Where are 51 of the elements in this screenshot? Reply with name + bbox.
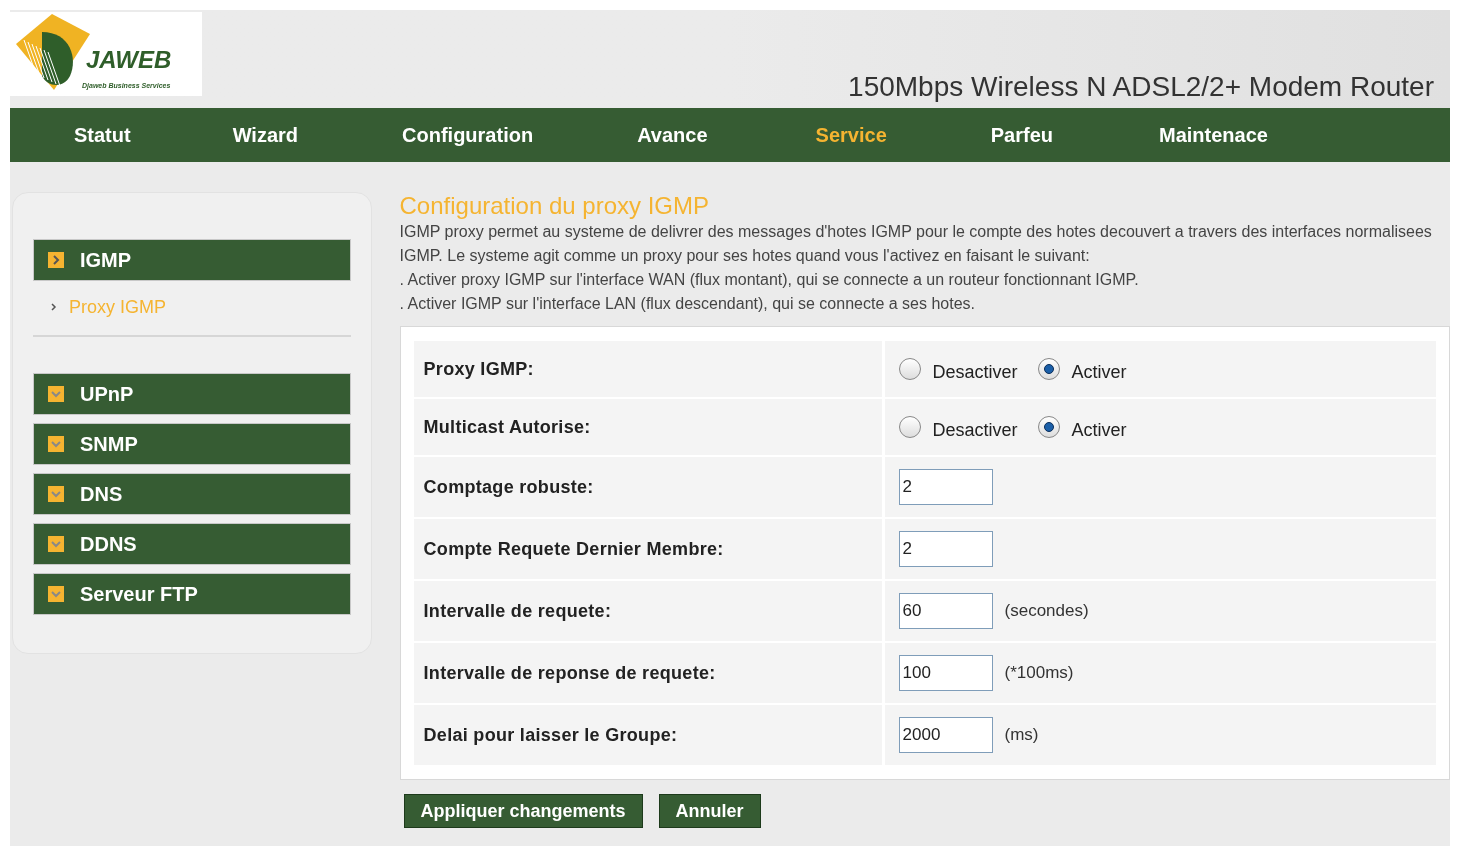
- sidebar-item[interactable]: IGMP: [33, 239, 351, 281]
- radio-button[interactable]: [1037, 358, 1060, 380]
- unit-label: (ms): [1004, 724, 1039, 747]
- sidebar-item[interactable]: DNS: [33, 473, 351, 515]
- description-text: IGMP proxy permet au systeme de delivrer des messages d'hotes IGMP pour le compte des hotes decouvert a travers des interfaces normalisees IGMP. Le systeme agit comme un proxy pour ses hotes quand vous l'activez en faisant le suivant:: [399, 222, 1433, 266]
- apply-button[interactable]: Appliquer changements: [403, 794, 643, 828]
- field-label: Intervalle de requete:: [423, 599, 612, 623]
- chevron-down-icon: [48, 536, 64, 552]
- sidebar-item[interactable]: Serveur FTP: [33, 573, 351, 615]
- text-field[interactable]: 60: [898, 593, 993, 629]
- radio-label: Activer: [1071, 360, 1127, 384]
- nav-tab[interactable]: Service: [815, 120, 887, 150]
- radio-button[interactable]: [898, 416, 921, 438]
- text-field[interactable]: 2000: [898, 717, 993, 753]
- text-field[interactable]: 100: [898, 655, 993, 691]
- cancel-button[interactable]: Annuler: [658, 794, 761, 828]
- sidebar-item[interactable]: SNMP: [33, 423, 351, 465]
- field-label: Proxy IGMP:: [423, 357, 534, 381]
- nav-tab[interactable]: Avance: [637, 120, 708, 150]
- nav-tab[interactable]: Parfeu: [990, 120, 1053, 150]
- radio-button[interactable]: [898, 358, 921, 380]
- field-label: Intervalle de reponse de requete:: [423, 661, 716, 685]
- radio-label: Activer: [1071, 418, 1127, 442]
- field-label: Delai pour laisser le Groupe:: [423, 723, 678, 747]
- page-title: 150Mbps Wireless N ADSL2/2+ Modem Router: [848, 70, 1434, 104]
- chevron-down-icon: [48, 436, 64, 452]
- text-field[interactable]: 2: [898, 531, 993, 567]
- description-text: . Activer IGMP sur l'interface LAN (flux descendant), qui se connecte a ses hotes.: [399, 294, 976, 314]
- unit-label: (secondes): [1004, 600, 1089, 623]
- field-label: Comptage robuste:: [423, 475, 594, 499]
- chevron-down-icon: [48, 386, 64, 402]
- nav-tab[interactable]: Statut: [74, 120, 131, 150]
- sidebar-item[interactable]: UPnP: [33, 373, 351, 415]
- radio-label: Desactiver: [932, 418, 1018, 442]
- chevron-right-icon: [48, 252, 64, 268]
- unit-label: (*100ms): [1004, 662, 1074, 685]
- nav-tab[interactable]: Maintenace: [1159, 120, 1268, 150]
- field-label: Multicast Autorise:: [423, 415, 591, 439]
- nav-tab[interactable]: Configuration: [402, 120, 534, 150]
- nav-tab[interactable]: Wizard: [232, 120, 299, 150]
- description-text: . Activer proxy IGMP sur l'interface WAN (flux montant), qui se connecte a un routeur fonctionnant IGMP.: [399, 270, 1140, 290]
- chevron-right-icon: [51, 303, 57, 311]
- chevron-down-icon: [48, 486, 64, 502]
- text-field[interactable]: 2: [898, 469, 993, 505]
- radio-label: Desactiver: [932, 360, 1018, 384]
- chevron-down-icon: [48, 586, 64, 602]
- field-label: Compte Requete Dernier Membre:: [423, 537, 724, 561]
- section-title: Configuration du proxy IGMP: [399, 192, 710, 220]
- sidebar-item[interactable]: DDNS: [33, 523, 351, 565]
- logo-name: JAWEB: [86, 48, 172, 72]
- radio-button[interactable]: [1037, 416, 1060, 438]
